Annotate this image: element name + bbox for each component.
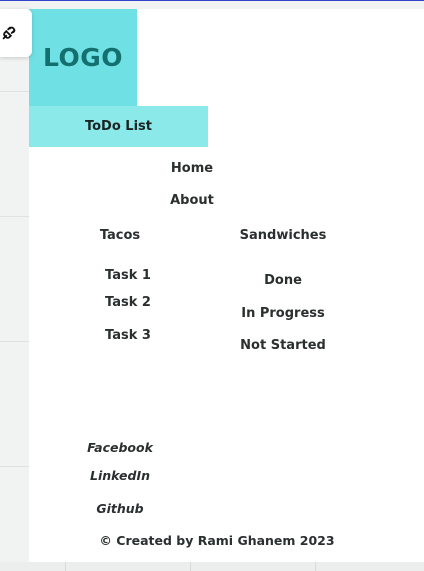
top-border [0,0,424,1]
logo-text: LOGO [42,43,124,72]
status-item[interactable]: In Progress [241,306,325,321]
bottom-strip [0,562,424,571]
footer-credit: © Created by Rami Ghanem 2023 [99,533,335,548]
nav-about-link[interactable]: About [170,193,214,208]
github-link[interactable]: Github [96,501,143,516]
unplug-icon [2,26,16,40]
task-item[interactable]: Task 3 [105,328,151,343]
logo[interactable]: LOGO [29,9,137,106]
nav-home-link[interactable]: Home [171,161,213,176]
task-item[interactable]: Task 2 [105,295,151,310]
status-item[interactable]: Done [264,273,302,288]
column-header-sandwiches: Sandwiches [239,228,327,243]
facebook-link[interactable]: Facebook [87,440,153,455]
status-item[interactable]: Not Started [240,338,326,353]
unplug-button[interactable] [0,9,32,57]
column-header-tacos: Tacos [99,228,141,243]
todo-list-title: ToDo List [29,106,208,147]
task-item[interactable]: Task 1 [105,268,151,283]
linkedin-link[interactable]: LinkedIn [90,468,150,483]
